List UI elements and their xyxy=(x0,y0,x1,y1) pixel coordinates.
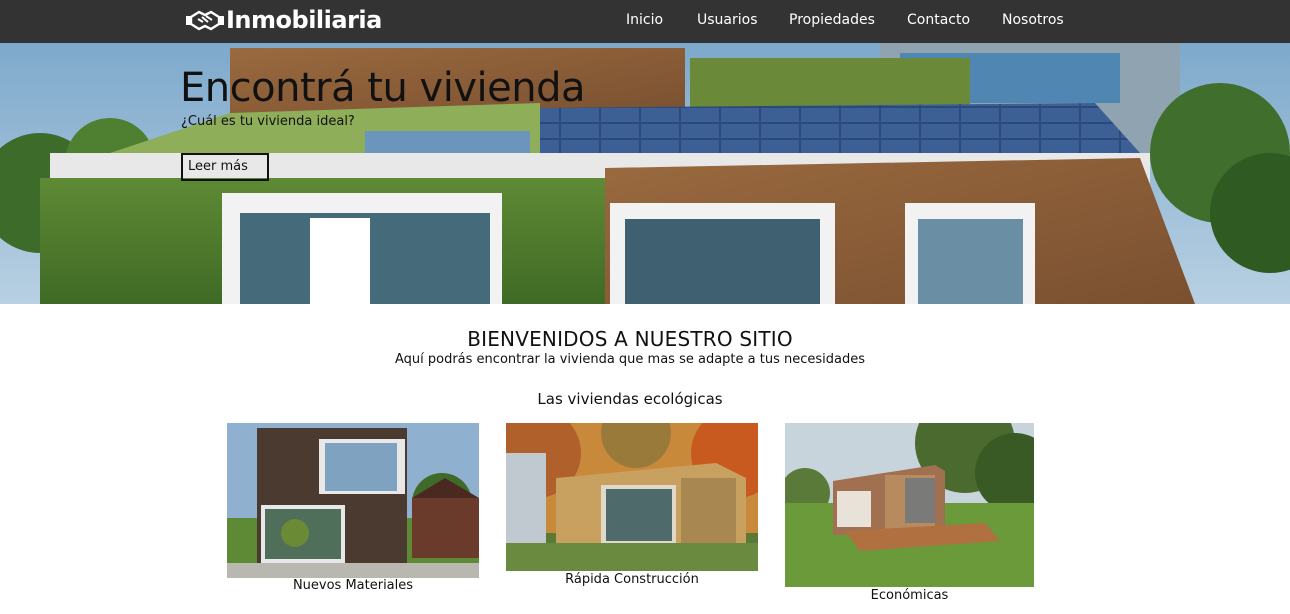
card-caption: Rápida Construcción xyxy=(565,572,699,587)
section-title: Las viviendas ecológicas xyxy=(537,390,723,408)
handshake-icon xyxy=(186,10,224,31)
card-image-rapida-construccion[interactable] xyxy=(506,423,758,571)
welcome-title: BIENVENIDOS A NUESTRO SITIO xyxy=(467,327,793,351)
brand-logo[interactable]: Inmobiliaria xyxy=(185,3,382,37)
house-photo-3 xyxy=(785,423,1034,587)
read-more-button[interactable]: Leer más xyxy=(181,153,269,181)
hero-title: Encontrá tu vivienda xyxy=(180,65,585,111)
nav-inicio[interactable]: Inicio xyxy=(626,12,663,28)
nav-contacto[interactable]: Contacto xyxy=(907,12,970,28)
top-navbar: Inmobiliaria Inicio Usuarios Propiedades… xyxy=(0,0,1290,43)
welcome-subtitle: Aquí podrás encontrar la vivienda que ma… xyxy=(394,352,866,367)
nav-usuarios[interactable]: Usuarios xyxy=(697,12,758,28)
nav-propiedades[interactable]: Propiedades xyxy=(789,12,875,28)
hero-banner: Encontrá tu vivienda ¿Cuál es tu viviend… xyxy=(0,43,1290,304)
card-caption: Económicas xyxy=(870,588,949,603)
card-caption: Nuevos Materiales xyxy=(292,578,414,593)
nav-nosotros[interactable]: Nosotros xyxy=(1002,12,1064,28)
card-image-economicas[interactable] xyxy=(785,423,1034,587)
hero-subtitle: ¿Cuál es tu vivienda ideal? xyxy=(181,114,355,129)
house-photo-2 xyxy=(506,423,758,571)
card-image-nuevos-materiales[interactable] xyxy=(227,423,479,578)
house-photo-1 xyxy=(227,423,479,578)
brand-name: Inmobiliaria xyxy=(226,6,382,34)
